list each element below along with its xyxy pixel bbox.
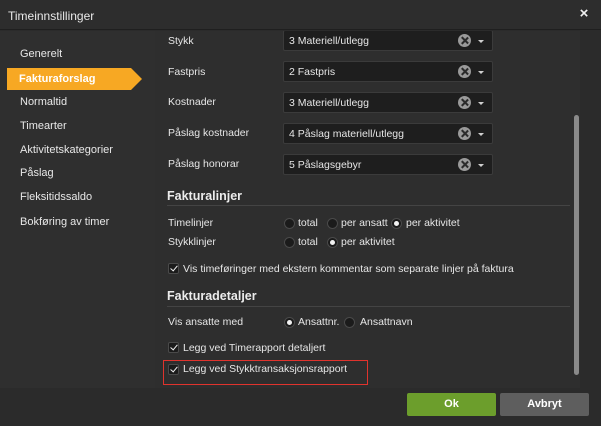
radio-label: per aktivitet <box>406 217 460 229</box>
radio-label: per aktivitet <box>341 236 395 248</box>
clear-icon[interactable] <box>458 127 471 140</box>
select-fastpris[interactable]: 2 Fastpris <box>283 61 493 82</box>
sidebar-item-aktivitetskategorier[interactable]: Aktivitetskategorier <box>0 139 155 161</box>
section-divider <box>167 205 570 206</box>
radio-label: total <box>298 236 318 248</box>
timelinjer-label: Timelinjer <box>168 217 214 229</box>
scrollbar-thumb[interactable] <box>574 115 579 375</box>
close-icon[interactable]: × <box>577 6 591 21</box>
field-label-kostnader: Kostnader <box>168 96 216 108</box>
stykklinjer-label: Stykklinjer <box>168 236 216 248</box>
settings-content: Stykk 3 Materiell/utlegg Fastpris 2 Fast… <box>155 31 580 388</box>
field-label-paslag-honorar: Påslag honorar <box>168 158 240 170</box>
sidebar-item-timearter[interactable]: Timearter <box>0 115 155 137</box>
chevron-down-icon[interactable] <box>478 133 484 136</box>
select-paslag-honorar[interactable]: 5 Påslagsgebyr <box>283 154 493 175</box>
radio-label: per ansatt <box>341 217 388 229</box>
cancel-button[interactable]: Avbryt <box>500 393 589 416</box>
select-paslag-kostnader[interactable]: 4 Påslag materiell/utlegg <box>283 123 493 144</box>
radio-label: Ansattnavn <box>360 316 413 328</box>
sidebar-item-fleksitidssaldo[interactable]: Fleksitidssaldo <box>0 186 155 208</box>
checkbox-legg-timerapport[interactable] <box>168 342 179 353</box>
select-value: 4 Påslag materiell/utlegg <box>289 128 404 140</box>
field-label-fastpris: Fastpris <box>168 66 206 78</box>
radio-timelinjer-per-aktivitet[interactable] <box>391 218 402 229</box>
title-bar: Timeinnstillinger × <box>0 0 601 30</box>
radio-ansattnr[interactable] <box>284 317 295 328</box>
window-title: Timeinnstillinger <box>8 9 95 23</box>
select-kostnader[interactable]: 3 Materiell/utlegg <box>283 92 493 113</box>
field-label-paslag-kostnader: Påslag kostnader <box>168 127 250 139</box>
select-value: 3 Materiell/utlegg <box>289 35 369 47</box>
section-heading-fakturalinjer: Fakturalinjer <box>167 189 243 203</box>
radio-label: total <box>298 217 318 229</box>
select-value: 5 Påslagsgebyr <box>289 159 362 171</box>
sidebar-item-normaltid[interactable]: Normaltid <box>0 91 155 113</box>
sidebar-item-paslag[interactable]: Påslag <box>0 162 155 184</box>
vis-ansatte-label: Vis ansatte med <box>168 316 244 328</box>
clear-icon[interactable] <box>458 96 471 109</box>
field-label-stykk: Stykk <box>168 35 194 47</box>
sidebar-item-generelt[interactable]: Generelt <box>0 43 155 65</box>
sidebar-item-bokforing-av-timer[interactable]: Bokføring av timer <box>0 211 155 233</box>
chevron-down-icon[interactable] <box>478 102 484 105</box>
radio-label: Ansattnr. <box>298 316 340 328</box>
chevron-down-icon[interactable] <box>478 71 484 74</box>
radio-stykklinjer-per-aktivitet[interactable] <box>327 237 338 248</box>
select-stykk[interactable]: 3 Materiell/utlegg <box>283 31 493 51</box>
checkbox-vis-timeforinger[interactable] <box>168 263 179 274</box>
section-heading-fakturadetaljer: Fakturadetaljer <box>167 289 257 303</box>
clear-icon[interactable] <box>458 34 471 47</box>
chevron-down-icon[interactable] <box>478 164 484 167</box>
checkbox-label: Vis timeføringer med ekstern kommentar s… <box>183 263 514 275</box>
highlight-annotation <box>163 360 368 385</box>
select-value: 2 Fastpris <box>289 66 336 78</box>
select-value: 3 Materiell/utlegg <box>289 97 369 109</box>
radio-timelinjer-per-ansatt[interactable] <box>327 218 338 229</box>
radio-stykklinjer-total[interactable] <box>284 237 295 248</box>
sidebar-item-fakturaforslag[interactable]: Fakturaforslag <box>7 68 142 90</box>
chevron-down-icon[interactable] <box>478 40 484 43</box>
section-divider <box>167 306 570 307</box>
checkbox-label: Legg ved Timerapport detaljert <box>183 342 326 354</box>
clear-icon[interactable] <box>458 158 471 171</box>
clear-icon[interactable] <box>458 65 471 78</box>
ok-button[interactable]: Ok <box>407 393 496 416</box>
sidebar: Generelt Fakturaforslag Normaltid Timear… <box>0 31 155 391</box>
radio-timelinjer-total[interactable] <box>284 218 295 229</box>
radio-ansattnavn[interactable] <box>344 317 355 328</box>
